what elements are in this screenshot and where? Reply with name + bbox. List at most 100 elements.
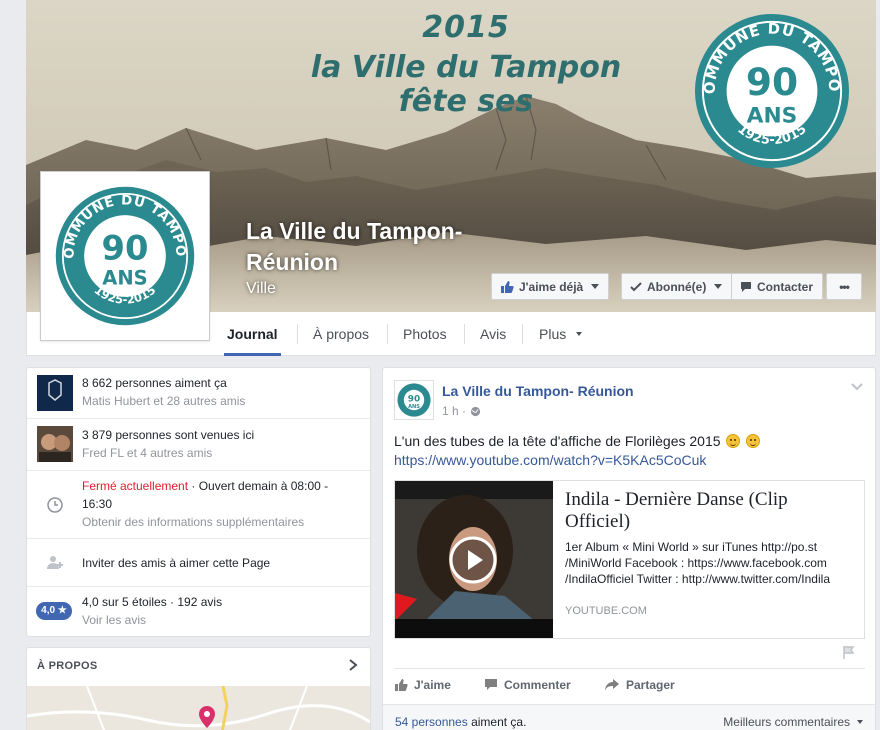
chevron-down-icon — [714, 284, 723, 289]
video-description: 1er Album « Mini World » sur iTunes http… — [565, 540, 830, 586]
tab-photos[interactable]: Photos — [403, 312, 447, 356]
rating-badge: 4,0 ★ — [36, 602, 72, 620]
peugeot-logo-thumbnail — [37, 375, 73, 411]
post-actions-bar: J'aime Commenter Partager — [394, 668, 865, 704]
flag-icon[interactable] — [842, 645, 856, 659]
post-youtube-link[interactable]: https://www.youtube.com/watch?v=K5KAc5Co… — [394, 452, 706, 468]
visits-friends-text[interactable]: Fred FL et 4 autres amis — [82, 444, 357, 462]
like-button-label: J'aime — [414, 678, 451, 692]
post-author-avatar[interactable]: 90 ANS — [394, 380, 434, 420]
post-footer: 54 personnes aiment ça. Meilleurs commen… — [383, 704, 875, 730]
likes-summary: 54 personnes aiment ça. — [395, 715, 526, 729]
svg-text:ANS: ANS — [408, 404, 420, 410]
video-link-preview[interactable]: Indila - Dernière Danse (Clip Officiel) … — [394, 480, 865, 639]
svg-text:ANS: ANS — [102, 266, 148, 289]
chevron-right-icon[interactable] — [346, 658, 360, 672]
clock-icon — [47, 497, 63, 513]
cover-headline-line1: la Ville du Tampon — [310, 50, 622, 85]
photo-thumbnail-icon — [37, 426, 73, 462]
visits-count-text: 3 879 personnes sont venues ici — [82, 428, 255, 442]
post-timestamp[interactable]: 1 h · — [442, 404, 481, 418]
profile-picture[interactable]: COMMUNE DU TAMPON 1925-2015 90 ANS — [40, 171, 210, 341]
friend-thumbnail — [37, 375, 73, 411]
invite-row[interactable]: Inviter des amis à aimer cette Page — [27, 538, 370, 586]
anniversary-seal-logo: COMMUNE DU TAMPON 1925-2015 90 ANS — [693, 12, 850, 169]
share-button[interactable]: Partager — [604, 678, 675, 692]
comment-sort-dropdown[interactable]: Meilleurs commentaires — [723, 715, 863, 729]
location-map[interactable] — [27, 685, 370, 730]
checkmark-icon — [630, 281, 642, 291]
video-thumbnail[interactable] — [395, 481, 553, 638]
hours-text: Fermé actuellement · Ouvert demain à 08:… — [82, 477, 357, 513]
see-reviews-link[interactable]: Voir les avis — [82, 611, 357, 629]
contact-button[interactable]: Contacter — [731, 273, 823, 300]
likes-count-text: 8 662 personnes aiment ça — [82, 376, 227, 390]
play-icon[interactable] — [449, 536, 497, 584]
chevron-down-icon[interactable] — [851, 382, 863, 392]
more-dots-icon: ••• — [839, 279, 850, 294]
hours-row[interactable]: Fermé actuellement · Ouvert demain à 08:… — [27, 470, 370, 538]
about-heading[interactable]: À PROPOS — [37, 660, 97, 672]
more-options-button[interactable]: ••• — [826, 273, 862, 300]
visits-row[interactable]: 3 879 personnes sont venues ici Fred FL … — [27, 418, 370, 470]
thumbs-up-icon — [501, 280, 514, 293]
globe-icon — [470, 406, 481, 416]
share-button-label: Partager — [626, 678, 675, 692]
smiley-emoji-icon — [746, 434, 761, 448]
anniversary-seal-logo: 90 ANS — [397, 383, 431, 417]
comment-icon — [485, 679, 497, 690]
post-time-text: 1 h · — [442, 404, 467, 418]
more-info-link[interactable]: Obtenir des informations supplémentaires — [82, 513, 357, 531]
friends-photo-thumbnail — [37, 426, 73, 462]
svg-text:90: 90 — [408, 394, 420, 404]
chevron-down-icon — [857, 720, 863, 724]
about-card: À PROPOS — [26, 647, 371, 730]
page-info-card: 8 662 personnes aiment ça Matis Hubert e… — [26, 367, 371, 637]
comment-button[interactable]: Commenter — [484, 678, 571, 692]
svg-text:ANS: ANS — [747, 104, 798, 129]
closed-status: Fermé actuellement — [82, 479, 189, 493]
likes-row[interactable]: 8 662 personnes aiment ça Matis Hubert e… — [27, 368, 370, 418]
post-message: L'un des tubes de la tête d'affiche de F… — [394, 433, 721, 449]
svg-text:90: 90 — [102, 229, 149, 268]
tab-divider — [464, 324, 465, 344]
tab-about[interactable]: À propos — [313, 312, 369, 356]
like-button[interactable]: J'aime — [394, 678, 451, 692]
tab-more[interactable]: Plus — [539, 312, 583, 356]
comment-sort-label: Meilleurs commentaires — [723, 715, 850, 729]
liked-button[interactable]: J'aime déjà — [491, 273, 609, 300]
tab-reviews[interactable]: Avis — [480, 312, 506, 356]
following-button[interactable]: Abonné(e) — [621, 273, 732, 300]
cover-headline-line2: fête ses — [398, 84, 534, 119]
invite-friends-icon — [47, 556, 63, 569]
tab-divider — [297, 324, 298, 344]
chevron-down-icon — [576, 332, 583, 336]
thumbs-up-icon — [395, 679, 408, 691]
rating-row[interactable]: 4,0 ★ 4,0 sur 5 étoiles · 192 avis Voir … — [27, 586, 370, 638]
cover-year: 2015 — [422, 10, 510, 45]
svg-text:90: 90 — [746, 60, 798, 104]
anniversary-seal-logo: COMMUNE DU TAMPON 1925-2015 90 ANS — [54, 185, 195, 326]
page-category: Ville — [246, 280, 276, 297]
smiley-emoji-icon — [726, 434, 741, 448]
tab-journal[interactable]: Journal — [224, 312, 281, 356]
map-tiles — [27, 685, 370, 730]
video-title[interactable]: Indila - Dernière Danse (Clip Officiel) — [565, 489, 855, 533]
post-card: 90 ANS La Ville du Tampon- Réunion 1 h ·… — [382, 367, 876, 730]
post-author-name[interactable]: La Ville du Tampon- Réunion — [442, 383, 634, 399]
tab-divider — [387, 324, 388, 344]
liked-button-label: J'aime déjà — [519, 279, 584, 294]
invite-friends-text: Inviter des amis à aimer cette Page — [82, 556, 271, 570]
tab-divider — [522, 324, 523, 344]
tab-more-label: Plus — [539, 326, 567, 342]
comment-button-label: Commenter — [504, 678, 571, 692]
post-text: L'un des tubes de la tête d'affiche de F… — [394, 432, 864, 451]
message-icon — [741, 281, 751, 292]
likes-summary-rest: aiment ça. — [467, 715, 527, 729]
contact-button-label: Contacter — [757, 279, 814, 294]
following-button-label: Abonné(e) — [647, 279, 707, 294]
likes-friends-text[interactable]: Matis Hubert et 28 autres amis — [82, 392, 357, 410]
page-title: La Ville du Tampon- Réunion — [246, 218, 463, 275]
share-icon — [605, 679, 619, 691]
likes-people-link[interactable]: 54 personnes — [395, 715, 468, 729]
